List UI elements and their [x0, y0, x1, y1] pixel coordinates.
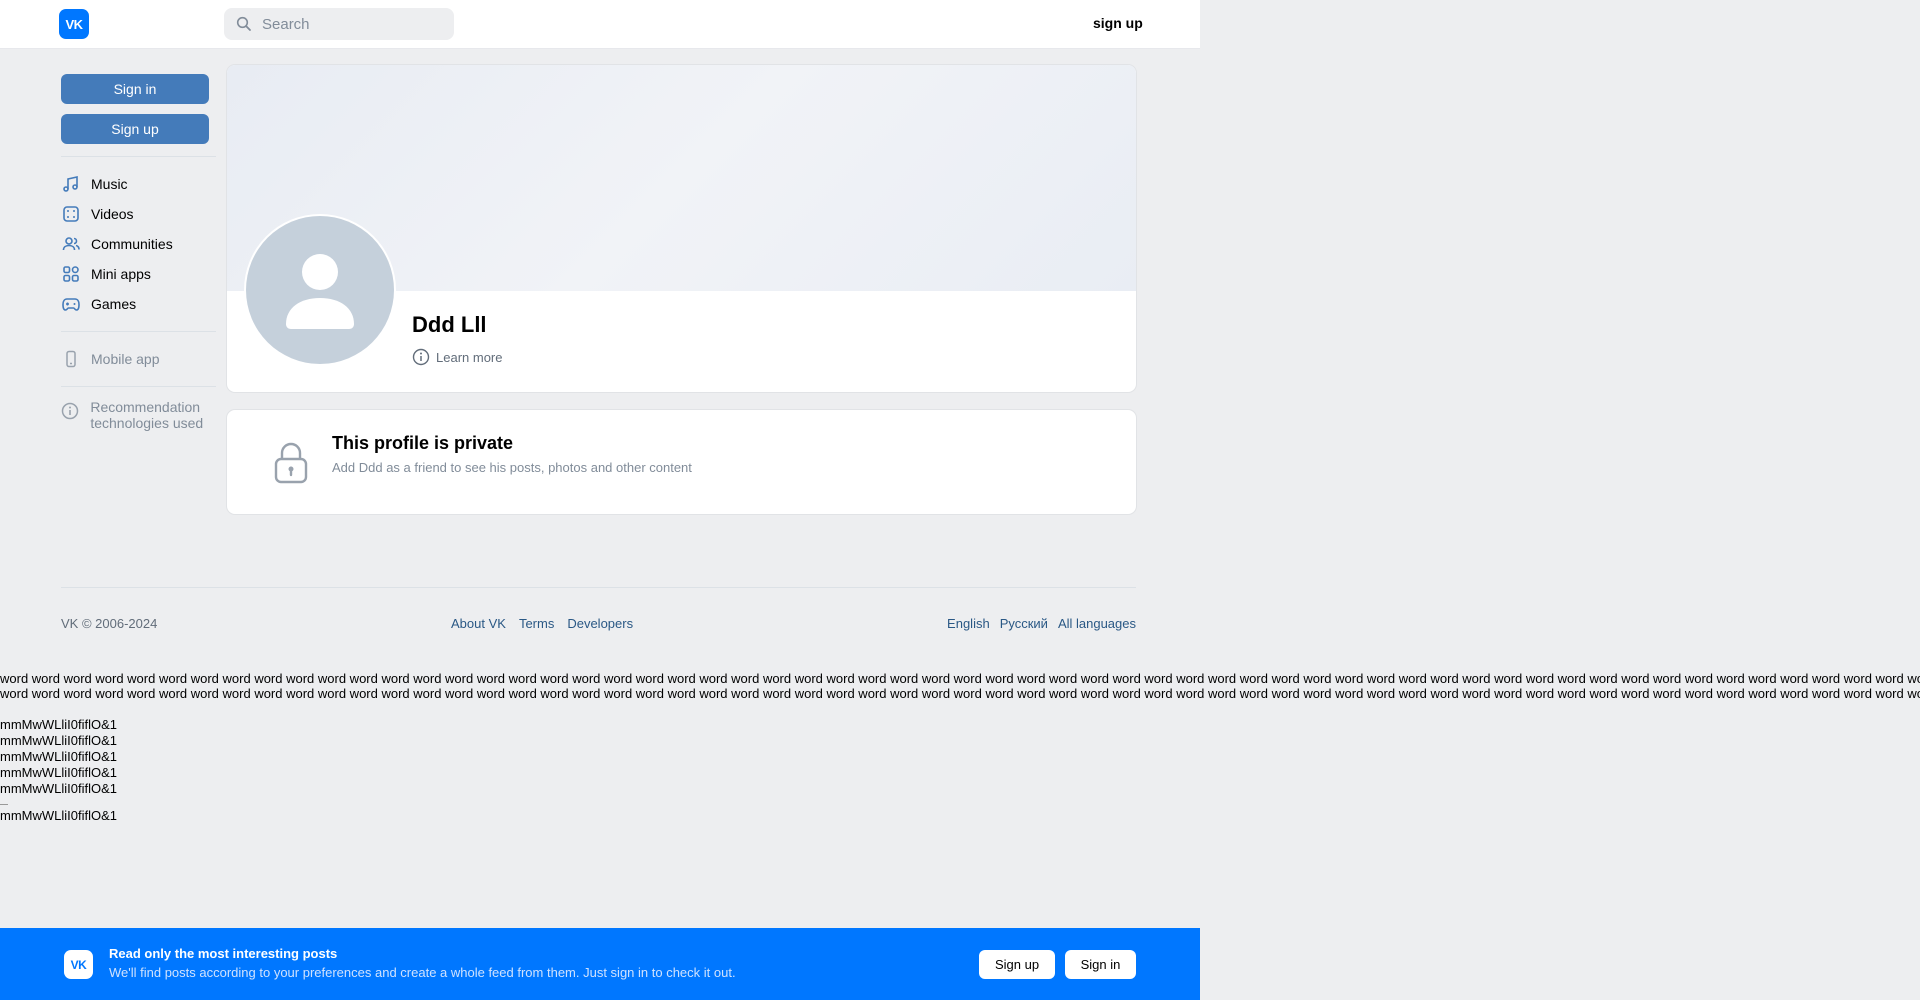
- private-subtitle: Add Ddd as a friend to see his posts, ph…: [332, 460, 692, 475]
- banner-signin-button[interactable]: Sign in: [1065, 950, 1136, 979]
- gamepad-icon: [61, 294, 81, 314]
- private-title: This profile is private: [332, 433, 514, 453]
- sidebar-item-communities[interactable]: Communities: [61, 229, 216, 259]
- sidebar-item-label: Videos: [91, 206, 134, 222]
- avatar[interactable]: [244, 214, 396, 366]
- test-glyphs-block: mmMwWLliI0fiflO&1 mmMwWLliI0fiflO&1 mmMw…: [0, 717, 117, 824]
- profile-card: Ddd Lll Learn more: [227, 65, 1136, 392]
- test-words-block: word word word word word word word word …: [0, 671, 1920, 701]
- lock-icon: [274, 442, 308, 484]
- vk-logo[interactable]: VK: [59, 9, 89, 39]
- copyright: VK © 2006-2024: [61, 616, 158, 631]
- test-words-line: word word word word word word word word …: [0, 671, 1920, 686]
- test-glyph-line: mmMwWLliI0fiflO&1: [0, 749, 118, 764]
- sidebar-item-label: Games: [91, 296, 137, 312]
- footer-link-about[interactable]: About VK: [451, 616, 506, 631]
- test-glyph-line: mmMwWLliI0fiflO&1: [0, 808, 118, 823]
- signin-promo-banner: VK Read only the most interesting posts …: [0, 928, 1200, 1000]
- sidebar-item-label: Mini apps: [91, 266, 151, 282]
- sidebar-divider: [61, 156, 216, 157]
- footer-links: About VK Terms Developers: [451, 616, 633, 631]
- banner-subtitle: We'll find posts according to your prefe…: [109, 965, 736, 980]
- sidebar-item-label: Communities: [91, 236, 173, 252]
- vk-logo-text: VK: [70, 957, 87, 972]
- private-profile-card: This profile is private Add Ddd as a fri…: [227, 410, 1136, 514]
- sidebar-item-games[interactable]: Games: [61, 289, 216, 319]
- footer-divider: [61, 587, 1136, 588]
- sidebar-item-label: Mobile app: [91, 351, 160, 367]
- avatar-placeholder: [246, 216, 394, 364]
- sidebar-item-music[interactable]: Music: [61, 169, 216, 199]
- header-signup-link[interactable]: sign up: [1093, 15, 1143, 31]
- user-silhouette-icon: [286, 254, 354, 329]
- banner-signup-button[interactable]: Sign up: [979, 950, 1055, 979]
- sidebar-signup-button[interactable]: Sign up: [61, 114, 209, 144]
- sidebar-item-videos[interactable]: Videos: [61, 199, 216, 229]
- info-icon: [61, 402, 80, 422]
- learn-more-label: Learn more: [436, 349, 503, 365]
- test-words-line: word word word word word word word word …: [0, 686, 1920, 701]
- phone-icon: [61, 349, 81, 369]
- test-glyph-line: mmMwWLliI0fiflO&1: [0, 781, 118, 796]
- test-glyph-line: mmMwWLliI0fiflO&1: [0, 765, 118, 780]
- left-sidebar: Sign in Sign up Music Videos Communities…: [61, 74, 216, 431]
- footer-languages: English Русский All languages: [947, 616, 1136, 631]
- search-input[interactable]: [260, 14, 454, 34]
- sidebar-item-mobile-app[interactable]: Mobile app: [61, 344, 216, 374]
- vk-logo-text: VK: [65, 16, 83, 32]
- language-russian[interactable]: Русский: [1000, 616, 1048, 631]
- language-all[interactable]: All languages: [1058, 616, 1136, 631]
- profile-name: Ddd Lll: [412, 312, 487, 337]
- search-box[interactable]: [224, 8, 454, 40]
- vk-logo: VK: [64, 950, 93, 979]
- users-icon: [61, 234, 81, 254]
- sidebar-item-label: Music: [91, 176, 128, 192]
- top-header: VK sign up: [0, 0, 1200, 48]
- music-note-icon: [61, 174, 81, 194]
- info-icon: [412, 348, 430, 366]
- footer-link-developers[interactable]: Developers: [567, 616, 633, 631]
- test-glyph-line: mmMwWLliI0fiflO&1: [0, 717, 118, 732]
- language-english[interactable]: English: [947, 616, 990, 631]
- video-icon: [61, 204, 81, 224]
- banner-title: Read only the most interesting posts: [109, 946, 338, 961]
- sidebar-item-label: Recommendation technologies used: [90, 399, 204, 431]
- sidebar-divider: [61, 386, 216, 387]
- sidebar-signin-button[interactable]: Sign in: [61, 74, 209, 104]
- sidebar-divider: [61, 331, 216, 332]
- sidebar-item-recommendation[interactable]: Recommendation technologies used: [61, 399, 216, 431]
- search-icon: [236, 16, 251, 31]
- sidebar-item-mini-apps[interactable]: Mini apps: [61, 259, 216, 289]
- footer: VK © 2006-2024 About VK Terms Developers…: [61, 616, 1136, 636]
- glyph-separator: [0, 804, 8, 805]
- learn-more-link[interactable]: Learn more: [412, 348, 502, 366]
- test-glyph-line: mmMwWLliI0fiflO&1: [0, 733, 118, 748]
- grid-icon: [61, 264, 81, 284]
- footer-link-terms[interactable]: Terms: [519, 616, 554, 631]
